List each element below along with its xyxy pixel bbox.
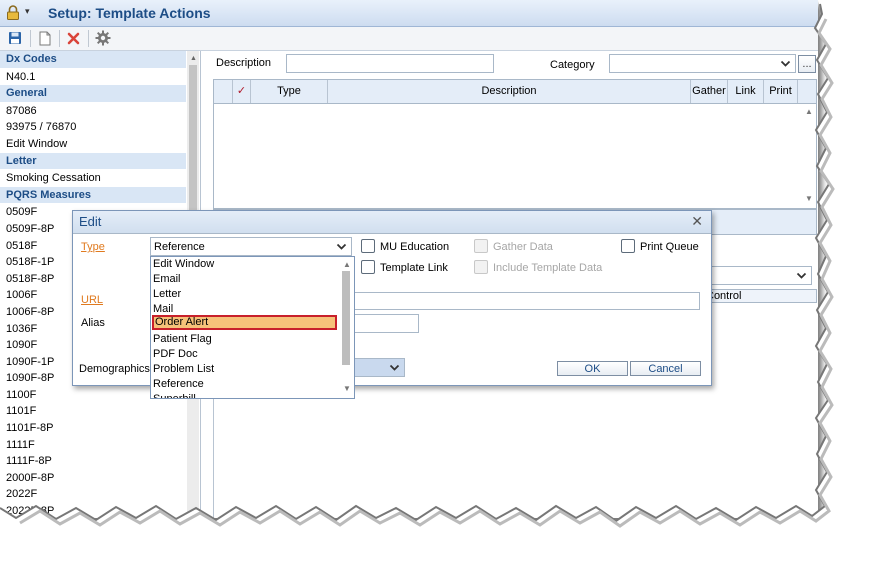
torn-edge-decoration xyxy=(0,0,872,566)
